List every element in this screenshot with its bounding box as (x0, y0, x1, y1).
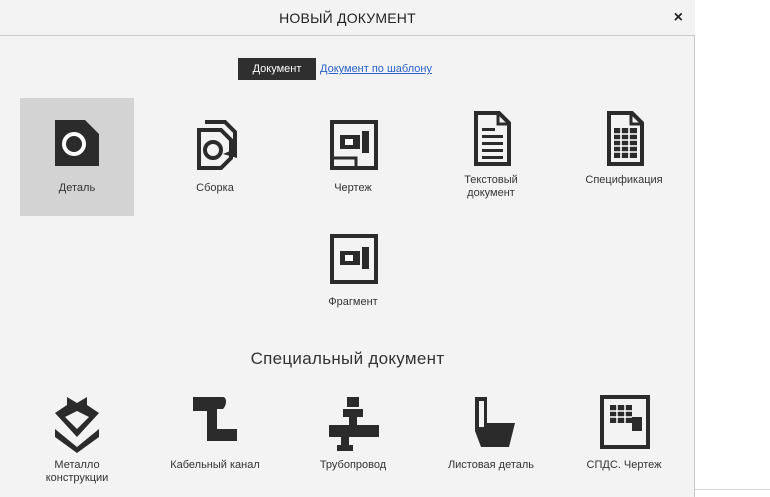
special-document-heading: Специальный документ (250, 349, 445, 368)
assembly-icon (197, 120, 237, 170)
cable-channel-icon (193, 397, 237, 441)
document-drawing-label: Чертеж (334, 182, 372, 194)
part-icon (55, 120, 99, 166)
special-spds-drawing[interactable]: СПДС. Чертеж (564, 393, 684, 497)
special-pipeline-label: Трубопровод (319, 459, 387, 471)
drawing-icon (330, 120, 378, 170)
document-text-label: Текстовый документ (464, 174, 518, 199)
document-fragment[interactable]: Фрагмент (296, 222, 410, 310)
document-part-label: Деталь (58, 182, 96, 194)
fragment-icon (330, 234, 378, 284)
document-drawing[interactable]: Чертеж (296, 98, 410, 216)
metal-structures-icon (55, 397, 99, 453)
document-fragment-label: Фрагмент (328, 296, 378, 308)
title-bar: НОВЫЙ ДОКУМЕНТ × (0, 0, 695, 36)
dialog-title: НОВЫЙ ДОКУМЕНТ (279, 10, 416, 26)
document-part[interactable]: Деталь (20, 98, 134, 216)
divider (695, 489, 770, 490)
document-specification[interactable]: Спецификация (564, 98, 684, 216)
special-cable-channel-label: Кабельный канал (170, 459, 260, 471)
close-icon[interactable]: × (674, 0, 683, 36)
document-specification-label: Спецификация (585, 174, 663, 186)
special-spds-drawing-label: СПДС. Чертеж (586, 459, 662, 471)
tab-document-from-template[interactable]: Документ по шаблону (320, 58, 432, 80)
document-text[interactable]: Текстовый документ (434, 98, 548, 216)
spds-drawing-icon (600, 395, 650, 449)
special-sheet-part[interactable]: Листовая деталь (434, 393, 548, 497)
text-document-icon (474, 111, 511, 166)
document-assembly-label: Сборка (196, 182, 234, 194)
specification-icon (607, 111, 644, 166)
special-cable-channel[interactable]: Кабельный канал (158, 393, 272, 497)
pipeline-icon (329, 397, 379, 451)
special-metal-structures[interactable]: Металло конструкции (20, 393, 134, 497)
document-assembly[interactable]: Сборка (158, 98, 272, 216)
sheet-part-icon (475, 397, 515, 447)
special-pipeline[interactable]: Трубопровод (296, 393, 410, 497)
special-metal-structures-label: Металло конструкции (45, 459, 109, 484)
tab-document[interactable]: Документ (238, 58, 316, 80)
special-sheet-part-label: Листовая деталь (447, 459, 535, 471)
new-document-dialog: НОВЫЙ ДОКУМЕНТ × Документ Документ по ша… (0, 0, 695, 497)
